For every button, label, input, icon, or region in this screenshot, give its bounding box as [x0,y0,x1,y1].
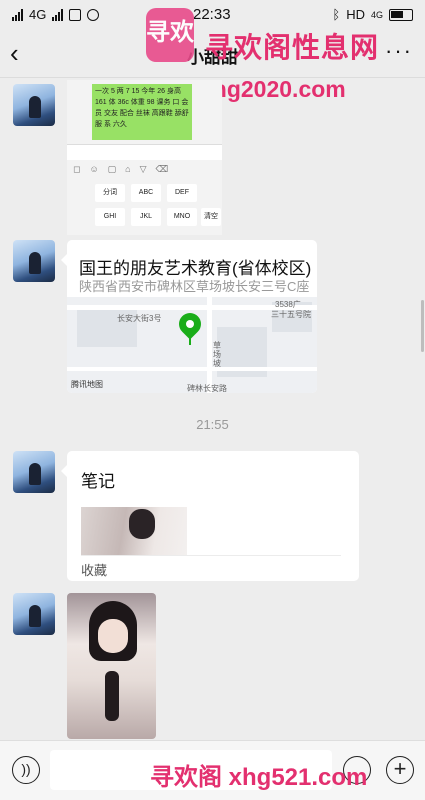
signal-icon [12,8,23,21]
screenshot-key: 清空 [201,208,221,226]
app-icon [87,8,100,21]
note-title: 笔记 [81,472,115,491]
map-label: 草场坡 [213,341,221,368]
screenshot-key: GHI [95,208,125,226]
signal-icon-2 [52,8,64,21]
map-pin-icon [174,308,206,340]
note-card[interactable]: 笔记 收藏 [61,451,359,581]
screenshot-input-line [67,144,222,160]
status-time: 22:33 [193,6,231,23]
note-source: 收藏 [81,563,108,578]
location-map: 长安大街3号 3538广 三十五号院 草场坡 腾讯地图 碑林长安路 [67,297,317,393]
voice-icon: )) [21,761,31,777]
avatar[interactable] [13,240,55,282]
hd-indicator: HD [346,7,365,22]
avatar[interactable] [13,451,55,493]
bluetooth-icon: ᛒ [332,7,341,22]
watermark-url-bottom: 寻欢阁 xhg521.com [150,764,368,791]
note-divider [81,555,341,556]
network-type-right: 4G [370,9,383,20]
note-thumbnail [81,507,187,555]
watermark-logo: 寻欢 [146,8,194,62]
timestamp: 21:55 [196,417,229,432]
watermark-site-name: 寻欢阁性息网 [205,32,380,63]
screenshot-key: 分词 [95,184,125,202]
screenshot-text: 一次 5 两 7 15 今年 26 身高 161 体 36c 体重 98 课务 … [92,84,192,140]
location-card[interactable]: 国王的朋友艺术教育(省体校区) 陕西省西安市碑林区草场坡长安三号C座 长安大街3… [61,240,317,393]
avatar[interactable] [13,84,55,126]
voice-button[interactable]: )) [12,756,40,784]
network-type: 4G [29,7,47,22]
more-dots-icon: ··· [385,38,413,63]
map-label: 碑林长安路 [187,384,227,393]
screenshot-toolbar: ◻☺▢⌂▽⌫ [73,164,178,174]
avatar[interactable] [13,593,55,635]
map-label: 腾讯地图 [71,380,103,389]
screenshot-key: DEF [167,184,197,202]
message-photo[interactable] [67,593,156,739]
map-label: 三十五号院 [271,310,311,319]
plus-button[interactable]: + [386,756,414,784]
message-image-screenshot[interactable]: 一次 5 两 7 15 今年 26 身高 161 体 36c 体重 98 课务 … [67,80,222,235]
notification-icon [69,8,82,21]
battery-icon [389,8,413,21]
screenshot-key: ABC [131,184,161,202]
map-label: 长安大街3号 [117,314,162,323]
more-button[interactable]: ··· [385,38,413,64]
location-address: 陕西省西安市碑林区草场坡长安三号C座 [79,279,310,294]
plus-icon: + [393,756,407,781]
scrollbar[interactable] [421,300,424,352]
screenshot-key: MNO [167,208,197,226]
screenshot-key: JKL [131,208,161,226]
